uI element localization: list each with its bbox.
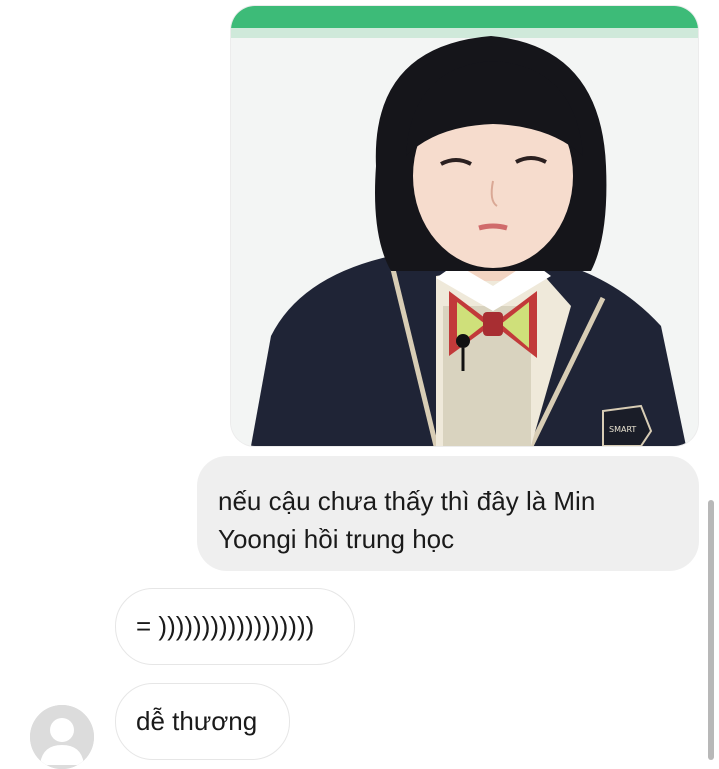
incoming-message-bubble[interactable]: = )))))))))))))))))) (115, 588, 355, 665)
incoming-message-text: dễ thương (136, 706, 258, 736)
shared-photo-message[interactable]: SMART (231, 6, 698, 446)
outgoing-message-text: nếu cậu chưa thấy thì đây là Min Yoongi … (218, 486, 596, 554)
default-user-icon (30, 705, 94, 769)
incoming-message-bubble[interactable]: dễ thương (115, 683, 290, 760)
photo-image: SMART (231, 6, 698, 446)
scrollbar[interactable] (708, 500, 714, 760)
incoming-message-text: = )))))))))))))))))) (136, 611, 315, 641)
outgoing-message-bubble[interactable]: nếu cậu chưa thấy thì đây là Min Yoongi … (197, 456, 699, 571)
photo-green-band (231, 6, 698, 28)
sender-avatar[interactable] (30, 705, 94, 769)
photo-badge-text: SMART (609, 425, 636, 434)
